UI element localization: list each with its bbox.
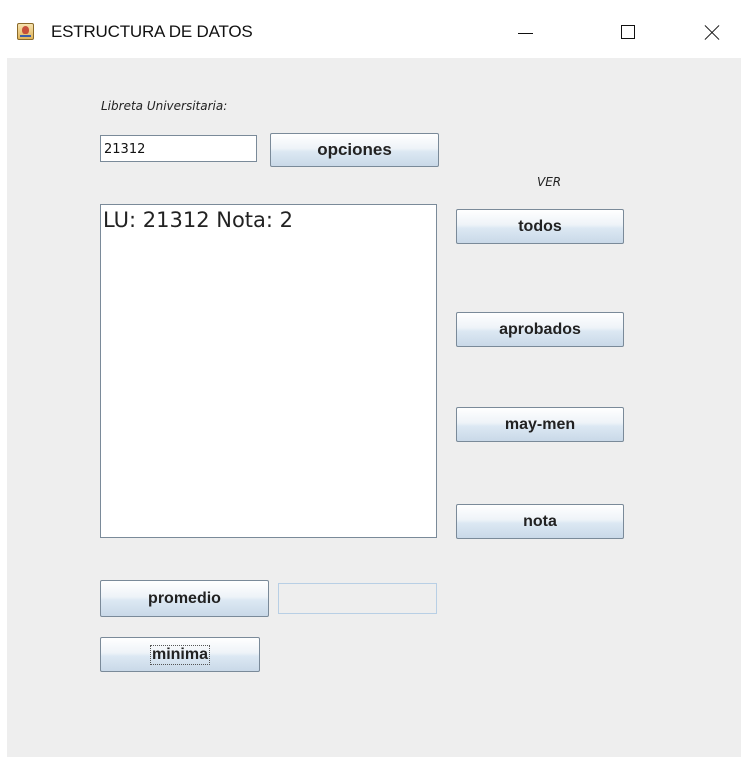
maximize-icon[interactable] <box>605 14 651 50</box>
minima-button[interactable]: minima <box>100 637 260 672</box>
opciones-button[interactable]: opciones <box>270 133 439 167</box>
ver-label: VER <box>537 175 562 189</box>
promedio-button[interactable]: promedio <box>100 580 269 617</box>
close-icon[interactable] <box>688 14 734 50</box>
lu-label: Libreta Universitaria: <box>101 99 228 113</box>
nota-button[interactable]: nota <box>456 504 624 539</box>
aprobados-button[interactable]: aprobados <box>456 312 624 347</box>
java-cup-icon <box>17 23 34 40</box>
main-panel: Libreta Universitaria: 21312 opciones VE… <box>7 58 741 757</box>
window-title: ESTRUCTURA DE DATOS <box>51 22 253 41</box>
minimize-icon[interactable] <box>503 14 549 50</box>
title-bar: ESTRUCTURA DE DATOS <box>0 0 747 58</box>
output-textarea[interactable]: LU: 21312 Nota: 2 <box>100 204 437 538</box>
todos-button[interactable]: todos <box>456 209 624 244</box>
lu-input[interactable]: 21312 <box>100 135 257 162</box>
promedio-output-field[interactable] <box>278 583 437 614</box>
minima-label: minima <box>149 644 210 665</box>
may-men-button[interactable]: may-men <box>456 407 624 442</box>
